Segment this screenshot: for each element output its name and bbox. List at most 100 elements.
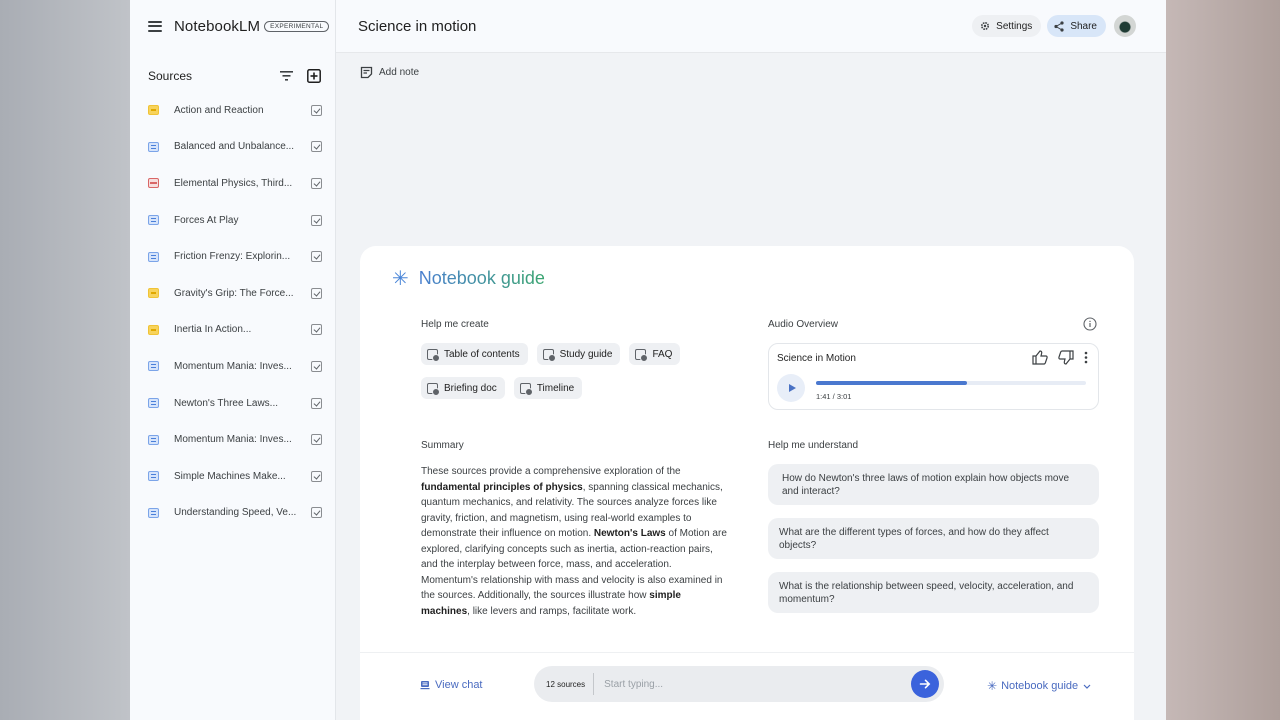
document-settings-icon [427, 348, 440, 362]
thumbs-down-icon[interactable] [1058, 350, 1074, 365]
notebook-guide-panel: ✳ Notebook guide Help me create Table of… [360, 246, 1134, 720]
document-icon [148, 141, 159, 152]
send-button[interactable] [911, 670, 939, 698]
source-label: Newton's Three Laws... [174, 397, 278, 409]
document-icon [148, 471, 159, 482]
note-icon [148, 288, 159, 299]
more-options-icon[interactable] [1084, 351, 1088, 364]
document-settings-icon [519, 382, 533, 396]
document-icon [148, 507, 159, 518]
source-checkbox[interactable] [311, 324, 322, 336]
document-icon [148, 361, 159, 372]
source-item[interactable]: Momentum Mania: Inves... [148, 421, 322, 458]
source-item[interactable]: Understanding Speed, Ve... [148, 495, 322, 532]
notebooklm-window: NotebookLM EXPERIMENTAL Sources Action a… [130, 0, 1166, 720]
source-item[interactable]: Forces At Play [148, 202, 322, 239]
arrow-right-icon [919, 679, 931, 689]
summary-text: These sources provide a comprehensive ex… [421, 464, 731, 619]
share-button[interactable]: Share [1047, 15, 1106, 37]
suggested-question[interactable]: What are the different types of forces, … [768, 518, 1099, 559]
source-checkbox[interactable] [311, 287, 322, 299]
sources-header: Sources [148, 68, 322, 84]
gear-icon [980, 21, 990, 31]
audio-progress-bar[interactable] [816, 381, 1086, 385]
summary-label: Summary [421, 440, 464, 451]
suggested-question[interactable]: How do Newton's three laws of motion exp… [768, 464, 1099, 505]
create-chip-table-of-contents[interactable]: Table of contents [421, 343, 528, 365]
document-icon [148, 251, 159, 262]
source-checkbox[interactable] [311, 251, 322, 263]
source-item[interactable]: Friction Frenzy: Explorin... [148, 238, 322, 275]
notebook-title[interactable]: Science in motion [358, 18, 972, 35]
main-panel: Science in motion Settings Share Add not… [336, 0, 1166, 720]
note-icon [148, 105, 159, 116]
chat-input[interactable] [594, 678, 911, 690]
add-source-icon[interactable] [306, 68, 322, 84]
create-chip-study-guide[interactable]: Study guide [536, 343, 621, 365]
play-button[interactable] [777, 374, 805, 402]
chip-label: Briefing doc [444, 382, 497, 394]
view-chat-button[interactable]: View chat [420, 679, 483, 691]
source-checkbox[interactable] [311, 470, 322, 482]
source-label: Simple Machines Make... [174, 470, 286, 482]
document-icon [148, 434, 159, 445]
source-checkbox[interactable] [311, 360, 322, 372]
source-checkbox[interactable] [311, 177, 322, 189]
source-item[interactable]: Newton's Three Laws... [148, 385, 322, 422]
document-settings-icon [542, 348, 556, 362]
source-item[interactable]: Inertia In Action... [148, 312, 322, 349]
settings-button[interactable]: Settings [972, 15, 1042, 37]
add-note-label: Add note [379, 67, 420, 78]
suggested-question[interactable]: What is the relationship between speed, … [768, 572, 1099, 613]
summary-fragment: These sources provide a comprehensive ex… [421, 466, 681, 477]
note-icon [148, 324, 159, 335]
add-note-button[interactable]: Add note [360, 66, 419, 79]
document-icon [148, 398, 159, 409]
filter-icon[interactable] [278, 68, 294, 84]
source-checkbox[interactable] [311, 104, 322, 116]
source-checkbox[interactable] [311, 214, 322, 226]
source-item[interactable]: Balanced and Unbalance... [148, 129, 322, 166]
chat-composer: 12 sources [534, 666, 944, 702]
help-me-create-label: Help me create [421, 319, 489, 330]
share-icon [1054, 20, 1064, 32]
notebook-guide-dropdown-label: Notebook guide [1001, 680, 1079, 692]
notebook-guide-dropdown[interactable]: ✳ Notebook guide [987, 679, 1091, 693]
source-item[interactable]: Momentum Mania: Inves... [148, 348, 322, 385]
info-icon[interactable] [1083, 317, 1097, 336]
note-icon [360, 66, 373, 79]
create-chip-briefing-doc[interactable]: Briefing doc [421, 377, 505, 399]
create-chip-faq[interactable]: FAQ [629, 343, 681, 365]
user-avatar[interactable] [1114, 15, 1136, 37]
source-list: Action and Reaction Balanced and Unbalanc… [148, 92, 322, 531]
source-checkbox[interactable] [311, 507, 322, 519]
source-item[interactable]: Simple Machines Make... [148, 458, 322, 495]
document-settings-icon [635, 348, 649, 362]
source-item[interactable]: Gravity's Grip: The Force... [148, 275, 322, 312]
view-chat-label: View chat [435, 679, 483, 691]
source-item[interactable]: Elemental Physics, Third... [148, 165, 322, 202]
settings-label: Settings [996, 20, 1033, 32]
summary-highlight: Newton's Laws [593, 528, 666, 539]
audio-time: 1:41 / 3:01 [816, 392, 852, 401]
experimental-badge: EXPERIMENTAL [264, 20, 330, 32]
app-name: NotebookLM [174, 17, 261, 35]
source-label: Elemental Physics, Third... [174, 177, 293, 189]
chip-row: Table of contents Study guide FAQ [421, 343, 741, 365]
source-checkbox[interactable] [311, 141, 322, 153]
sources-count[interactable]: 12 sources [534, 673, 595, 695]
source-label: Momentum Mania: Inves... [174, 360, 292, 372]
suggested-questions: How do Newton's three laws of motion exp… [768, 464, 1099, 626]
audio-actions [1022, 350, 1088, 365]
create-chips: Table of contents Study guide FAQ Briefing … [421, 343, 741, 411]
summary-fragment: , like levers and ramps, facilitate work… [467, 605, 637, 617]
chip-label: Study guide [559, 348, 613, 360]
create-chip-timeline[interactable]: Timeline [513, 377, 583, 399]
menu-icon[interactable] [148, 20, 162, 32]
source-label: Friction Frenzy: Explorin... [174, 251, 291, 263]
source-checkbox[interactable] [311, 397, 322, 409]
thumbs-up-icon[interactable] [1032, 350, 1048, 365]
source-label: Forces At Play [174, 214, 239, 226]
source-checkbox[interactable] [311, 434, 322, 446]
source-item[interactable]: Action and Reaction [148, 92, 322, 129]
